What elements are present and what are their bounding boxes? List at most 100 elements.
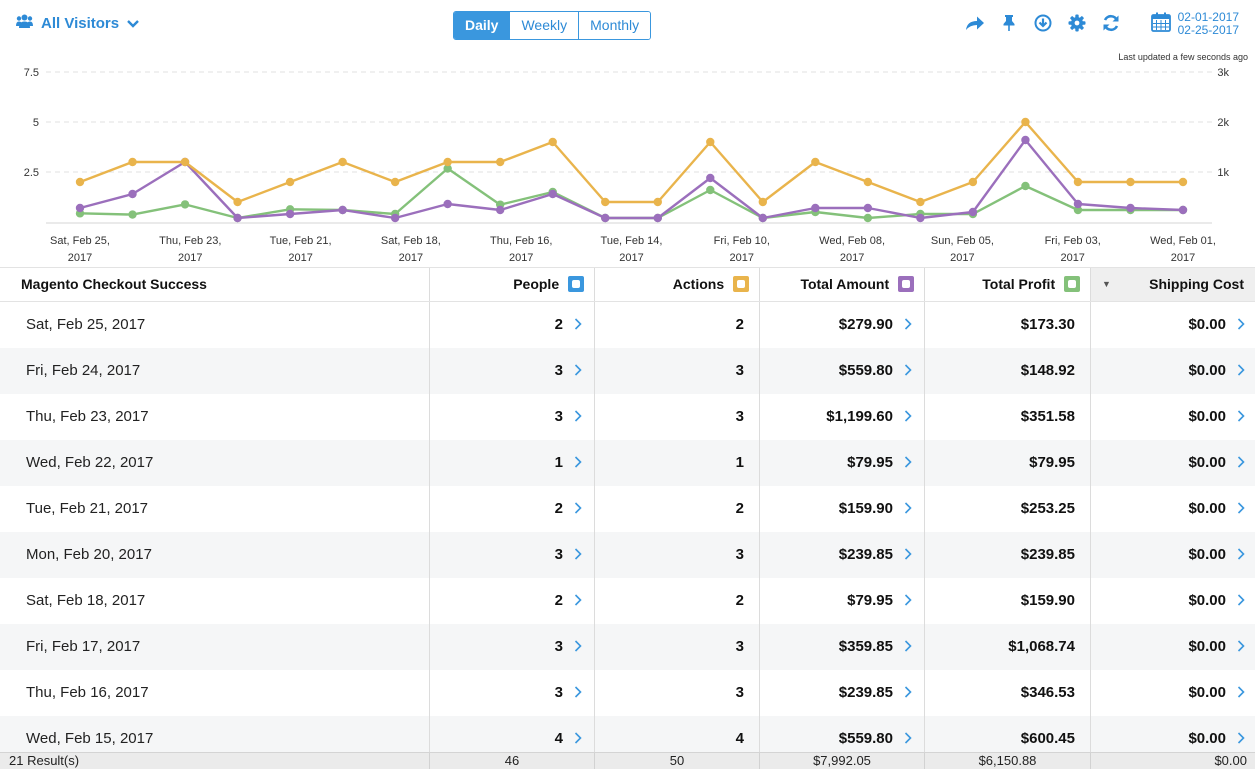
tab-monthly[interactable]: Monthly <box>578 12 651 39</box>
sort-desc-icon[interactable]: ▼ <box>1102 268 1111 301</box>
cell-shipping-cost[interactable]: $0.00 <box>1091 578 1255 624</box>
column-header-actions[interactable]: Actions <box>595 268 760 301</box>
cell-total-amount[interactable]: $279.90 <box>760 302 925 348</box>
cell-shipping-cost[interactable]: $0.00 <box>1091 670 1255 716</box>
cell-shipping-cost[interactable]: $0.00 <box>1091 394 1255 440</box>
chevron-right-icon[interactable] <box>1234 440 1248 486</box>
chevron-right-icon[interactable] <box>1234 716 1248 752</box>
cell-shipping-cost[interactable]: $0.00 <box>1091 348 1255 394</box>
chevron-right-icon[interactable] <box>901 670 915 716</box>
chevron-right-icon[interactable] <box>571 394 585 440</box>
chevron-right-icon[interactable] <box>571 624 585 670</box>
cell-people[interactable]: 3 <box>430 348 595 394</box>
chevron-right-icon[interactable] <box>901 440 915 486</box>
table-row[interactable]: Mon, Feb 20, 2017 3 3 $239.85 $239.85 $0.00 <box>0 532 1255 578</box>
chevron-right-icon[interactable] <box>571 670 585 716</box>
cell-shipping-cost[interactable]: $0.00 <box>1091 486 1255 532</box>
table-row[interactable]: Fri, Feb 24, 2017 3 3 $559.80 $148.92 $0.00 <box>0 348 1255 394</box>
table-row[interactable]: Wed, Feb 15, 2017 4 4 $559.80 $600.45 $0.00 <box>0 716 1255 752</box>
cell-people[interactable]: 2 <box>430 578 595 624</box>
chevron-right-icon[interactable] <box>1234 302 1248 348</box>
cell-shipping-cost[interactable]: $0.00 <box>1091 624 1255 670</box>
cell-total-amount[interactable]: $159.90 <box>760 486 925 532</box>
chevron-right-icon[interactable] <box>1234 532 1248 578</box>
cell-people[interactable]: 3 <box>430 670 595 716</box>
chevron-right-icon[interactable] <box>571 578 585 624</box>
cell-people[interactable]: 3 <box>430 624 595 670</box>
chevron-right-icon[interactable] <box>901 394 915 440</box>
chevron-right-icon[interactable] <box>571 348 585 394</box>
cell-people[interactable]: 3 <box>430 394 595 440</box>
cell-people[interactable]: 4 <box>430 716 595 752</box>
share-icon[interactable] <box>963 11 987 35</box>
chevron-right-icon[interactable] <box>571 486 585 532</box>
cell-shipping-cost[interactable]: $0.00 <box>1091 532 1255 578</box>
table-row[interactable]: Wed, Feb 22, 2017 1 1 $79.95 $79.95 $0.00 <box>0 440 1255 486</box>
cell-people[interactable]: 2 <box>430 486 595 532</box>
cell-total-amount[interactable]: $559.80 <box>760 348 925 394</box>
chevron-right-icon[interactable] <box>571 302 585 348</box>
refresh-icon[interactable] <box>1099 11 1123 35</box>
chevron-right-icon[interactable] <box>1234 578 1248 624</box>
chevron-right-icon[interactable] <box>901 532 915 578</box>
chevron-right-icon[interactable] <box>571 440 585 486</box>
tab-weekly[interactable]: Weekly <box>509 12 579 39</box>
cell-people[interactable]: 1 <box>430 440 595 486</box>
table-row[interactable]: Sat, Feb 18, 2017 2 2 $79.95 $159.90 $0.00 <box>0 578 1255 624</box>
cell-people[interactable]: 2 <box>430 302 595 348</box>
chevron-right-icon[interactable] <box>901 348 915 394</box>
tab-daily[interactable]: Daily <box>454 12 510 39</box>
chevron-right-icon[interactable] <box>1234 486 1248 532</box>
cell-shipping-cost[interactable]: $0.00 <box>1091 440 1255 486</box>
cell-total-amount[interactable]: $1,199.60 <box>760 394 925 440</box>
column-header-shipping-cost[interactable]: ▼ Shipping Cost <box>1091 268 1255 301</box>
column-header-total-profit[interactable]: Total Profit <box>925 268 1091 301</box>
cell-people-value: 2 <box>554 500 563 517</box>
chevron-right-icon[interactable] <box>1234 348 1248 394</box>
cell-people-value: 3 <box>554 638 563 655</box>
x-tick-label: 2017 <box>730 252 754 264</box>
chevron-right-icon[interactable] <box>901 486 915 532</box>
visitor-segment-dropdown[interactable]: All Visitors <box>16 14 139 32</box>
column-header-total-amount[interactable]: Total Amount <box>760 268 925 301</box>
chevron-right-icon[interactable] <box>901 716 915 752</box>
data-point-actions <box>916 197 925 207</box>
cell-actions: 3 <box>595 394 760 440</box>
cell-total-amount[interactable]: $239.85 <box>760 670 925 716</box>
chevron-right-icon[interactable] <box>1234 670 1248 716</box>
cell-total-amount[interactable]: $79.95 <box>760 578 925 624</box>
column-header-people[interactable]: People <box>430 268 595 301</box>
chevron-right-icon[interactable] <box>571 716 585 752</box>
data-point-total_amount <box>968 207 978 217</box>
cell-total-amount[interactable]: $79.95 <box>760 440 925 486</box>
chevron-right-icon[interactable] <box>901 578 915 624</box>
cell-total-amount[interactable]: $239.85 <box>760 532 925 578</box>
table-row[interactable]: Thu, Feb 23, 2017 3 3 $1,199.60 $351.58 $0.00 <box>0 394 1255 440</box>
cell-shipping-cost[interactable]: $0.00 <box>1091 716 1255 752</box>
data-point-total_profit <box>863 213 873 223</box>
chevron-right-icon[interactable] <box>901 624 915 670</box>
data-point-total_amount <box>811 203 820 213</box>
cell-date-value: Fri, Feb 17, 2017 <box>26 638 141 655</box>
date-range-picker[interactable]: 02-01-2017 02-25-2017 <box>1150 11 1239 37</box>
chevron-right-icon[interactable] <box>1234 624 1248 670</box>
column-header-date[interactable]: Magento Checkout Success <box>0 268 430 301</box>
x-tick-label: 2017 <box>509 252 533 264</box>
cell-total-amount[interactable]: $559.80 <box>760 716 925 752</box>
chevron-right-icon[interactable] <box>571 532 585 578</box>
chevron-right-icon[interactable] <box>901 302 915 348</box>
cell-people[interactable]: 3 <box>430 532 595 578</box>
chevron-right-icon[interactable] <box>1234 394 1248 440</box>
pin-icon[interactable] <box>997 11 1021 35</box>
table-row[interactable]: Tue, Feb 21, 2017 2 2 $159.90 $253.25 $0.00 <box>0 486 1255 532</box>
data-point-total_amount <box>916 213 925 223</box>
table-row[interactable]: Fri, Feb 17, 2017 3 3 $359.85 $1,068.74 $0.00 <box>0 624 1255 670</box>
table-row[interactable]: Sat, Feb 25, 2017 2 2 $279.90 $173.30 $0.00 <box>0 302 1255 348</box>
table-row[interactable]: Thu, Feb 16, 2017 3 3 $239.85 $346.53 $0.00 <box>0 670 1255 716</box>
x-tick-label: Thu, Feb 23, <box>159 235 221 247</box>
cell-people-value: 3 <box>554 546 563 563</box>
download-icon[interactable] <box>1031 11 1055 35</box>
cell-total-amount[interactable]: $359.85 <box>760 624 925 670</box>
cell-shipping-cost[interactable]: $0.00 <box>1091 302 1255 348</box>
settings-icon[interactable] <box>1065 11 1089 35</box>
